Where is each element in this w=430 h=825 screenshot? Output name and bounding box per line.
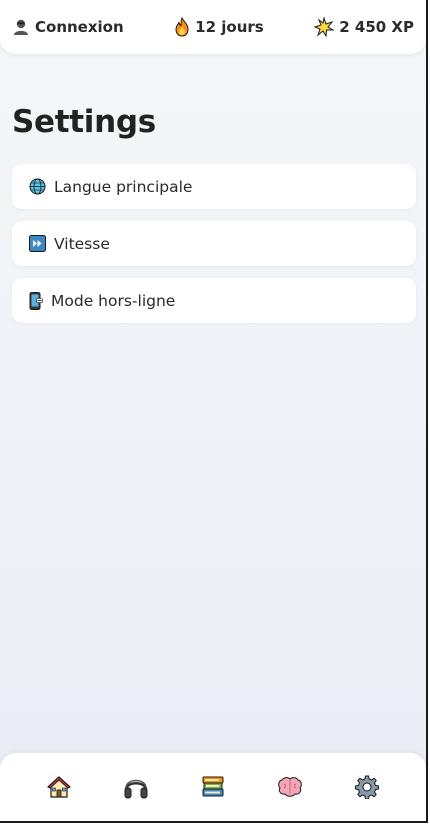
globe-icon — [29, 178, 46, 195]
setting-main-language[interactable]: Langue principale — [12, 164, 416, 209]
setting-label: Vitesse — [54, 234, 110, 253]
fast-forward-icon — [29, 235, 46, 252]
nav-library[interactable] — [191, 765, 235, 809]
login-button[interactable]: Connexion — [12, 18, 124, 36]
xp-counter: 2 450 XP — [314, 17, 414, 37]
nav-settings[interactable] — [345, 765, 389, 809]
streak-counter: 12 jours — [174, 17, 264, 37]
xp-label: 2 450 XP — [339, 18, 414, 36]
nav-home[interactable] — [37, 765, 81, 809]
user-silhouette-icon — [12, 18, 30, 36]
headphones-icon — [123, 774, 149, 800]
setting-label: Langue principale — [54, 177, 193, 196]
home-icon — [46, 775, 71, 799]
app-frame: Connexion 12 jours 2 450 XP Settings Lan… — [0, 0, 428, 823]
top-status-bar: Connexion 12 jours 2 450 XP — [0, 0, 426, 54]
fire-icon — [174, 17, 190, 37]
nav-memory[interactable] — [268, 765, 312, 809]
page-title: Settings — [12, 104, 156, 140]
login-label: Connexion — [35, 18, 124, 36]
mobile-off-icon — [29, 291, 43, 310]
setting-label: Mode hors-ligne — [51, 291, 176, 310]
sparkle-burst-icon — [314, 17, 335, 37]
setting-speed[interactable]: Vitesse — [12, 221, 416, 266]
books-icon — [201, 775, 225, 799]
setting-offline-mode[interactable]: Mode hors-ligne — [12, 278, 416, 323]
settings-list: Langue principale Vitesse Mode hors-lign… — [12, 164, 416, 335]
brain-icon — [277, 776, 303, 798]
streak-label: 12 jours — [195, 18, 264, 36]
bottom-navigation — [0, 753, 426, 821]
gear-icon — [355, 775, 380, 799]
nav-listen[interactable] — [114, 765, 158, 809]
